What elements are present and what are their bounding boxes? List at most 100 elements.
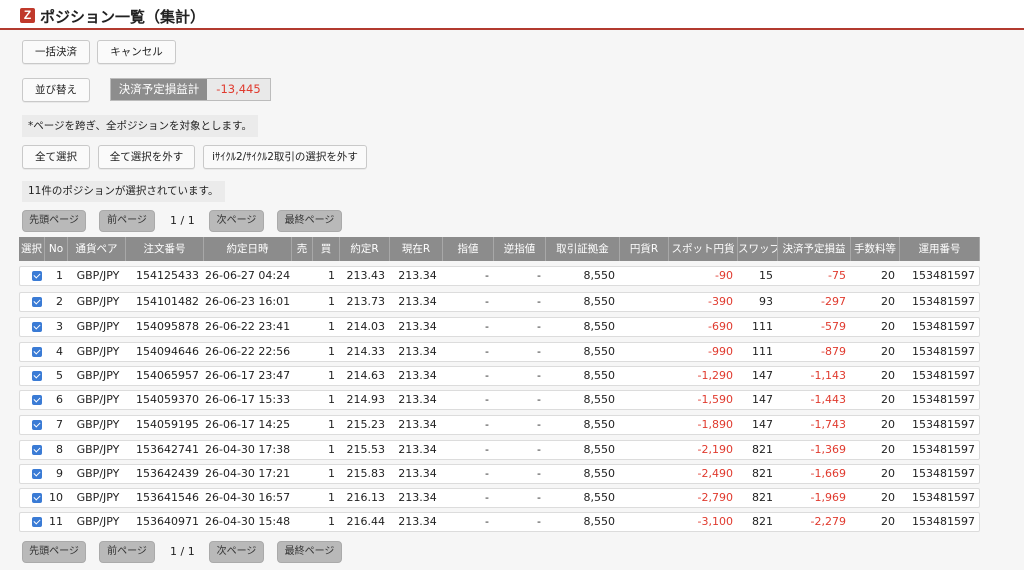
table-row[interactable]: 7 GBP/JPY 154059195 26-06-17 14:25 1 215.23 21…: [19, 415, 980, 435]
cell-sell: [293, 513, 314, 531]
row-select-cell[interactable]: [20, 441, 46, 459]
cell-margin: 8,550: [583, 393, 616, 406]
row-select-cell[interactable]: [20, 293, 46, 311]
row-select-cell[interactable]: [20, 489, 46, 507]
row-select-cell[interactable]: [20, 367, 46, 385]
cell-current-rate: 213.34: [398, 443, 437, 456]
bulk-settle-button[interactable]: 一括決済: [22, 40, 90, 64]
cell-yen-rate: [621, 513, 670, 531]
row-select-cell[interactable]: [20, 416, 46, 434]
row-select-checkbox[interactable]: [32, 371, 42, 381]
table-row[interactable]: 11 GBP/JPY 153640971 26-04-30 15:48 1 216.44 2…: [19, 512, 980, 532]
row-select-checkbox[interactable]: [32, 347, 42, 357]
row-select-cell[interactable]: [20, 343, 46, 361]
table-row[interactable]: 3 GBP/JPY 154095878 26-06-22 23:41 1 214.03 21…: [19, 317, 980, 337]
cell-order-number: 154059195: [136, 418, 199, 431]
cancel-button[interactable]: キャンセル: [97, 40, 176, 64]
column-header-account-number: 運用番号: [900, 237, 980, 261]
cell-order-number: 154065957: [136, 369, 199, 382]
row-select-checkbox[interactable]: [32, 297, 42, 307]
row-select-cell[interactable]: [20, 513, 46, 531]
row-select-cell[interactable]: [20, 465, 46, 483]
column-header-stop: 逆指値: [494, 237, 546, 261]
cell-margin: 8,550: [583, 418, 616, 431]
next-page-button[interactable]: 次ページ: [209, 210, 264, 232]
cell-pair: GBP/JPY: [76, 491, 120, 504]
cell-exec-rate: 215.23: [346, 418, 386, 431]
row-select-cell[interactable]: [20, 318, 46, 336]
cell-stop: -: [537, 269, 541, 282]
row-select-checkbox[interactable]: [32, 445, 42, 455]
cell-margin: 8,550: [583, 515, 616, 528]
cell-limit: -: [485, 320, 489, 333]
table-row[interactable]: 8 GBP/JPY 153642741 26-04-30 17:38 1 215.53 21…: [19, 440, 980, 460]
table-row[interactable]: 1 GBP/JPY 154125433 26-06-27 04:24 1 213.43 21…: [19, 266, 980, 286]
cell-order-number: 154101482: [136, 295, 199, 308]
prev-page-button[interactable]: 前ページ: [99, 210, 155, 232]
cell-exec-rate: 213.73: [346, 295, 386, 308]
cell-sell: [293, 489, 314, 507]
cell-sell: [293, 465, 314, 483]
row-select-checkbox[interactable]: [32, 420, 42, 430]
first-page-button[interactable]: 先頭ページ: [22, 210, 86, 232]
cell-current-rate: 213.34: [398, 269, 437, 282]
table-row[interactable]: 6 GBP/JPY 154059370 26-06-17 15:33 1 214.93 21…: [19, 390, 980, 410]
cell-sell: [293, 367, 314, 385]
cell-pnl: -1,743: [810, 418, 846, 431]
cell-swap: 93: [759, 295, 773, 308]
cell-limit: -: [485, 369, 489, 382]
cell-pnl: -1,143: [810, 369, 846, 382]
cell-sell: [293, 318, 314, 336]
last-page-button-bottom[interactable]: 最終ページ: [277, 541, 342, 563]
cell-no: 3: [56, 320, 63, 333]
cell-buy: 1: [328, 369, 335, 382]
cell-pair: GBP/JPY: [76, 369, 120, 382]
cell-limit: -: [485, 393, 489, 406]
row-select-checkbox[interactable]: [32, 493, 42, 503]
cell-no: 4: [56, 345, 63, 358]
cell-current-rate: 213.34: [398, 467, 437, 480]
table-row[interactable]: 4 GBP/JPY 154094646 26-06-22 22:56 1 214.33 21…: [19, 342, 980, 362]
cell-current-rate: 213.34: [398, 369, 437, 382]
deselect-all-button[interactable]: 全て選択を外す: [98, 145, 195, 169]
cell-yen-rate: [621, 416, 670, 434]
row-select-checkbox[interactable]: [32, 469, 42, 479]
deselect-cycle-button[interactable]: iｻｲｸﾙ2/ｻｲｸﾙ2取引の選択を外す: [203, 145, 367, 169]
column-header-margin: 取引証拠金: [546, 237, 620, 261]
column-header-sell: 売: [292, 237, 313, 261]
select-all-button[interactable]: 全て選択: [22, 145, 90, 169]
row-select-cell[interactable]: [20, 267, 46, 285]
cell-spot: -1,890: [697, 418, 733, 431]
cell-stop: -: [537, 320, 541, 333]
first-page-button-bottom[interactable]: 先頭ページ: [22, 541, 86, 563]
cell-pair: GBP/JPY: [76, 345, 120, 358]
table-row[interactable]: 9 GBP/JPY 153642439 26-04-30 17:21 1 215.83 21…: [19, 464, 980, 484]
sort-button[interactable]: 並び替え: [22, 78, 90, 102]
cell-no: 6: [56, 393, 63, 406]
cell-margin: 8,550: [583, 295, 616, 308]
row-select-cell[interactable]: [20, 391, 46, 409]
prev-page-button-bottom[interactable]: 前ページ: [99, 541, 155, 563]
cell-account-number: 153481597: [912, 393, 975, 406]
table-row[interactable]: 5 GBP/JPY 154065957 26-06-17 23:47 1 214.63 21…: [19, 366, 980, 386]
cell-fee: 20: [881, 295, 895, 308]
last-page-button[interactable]: 最終ページ: [277, 210, 342, 232]
row-select-checkbox[interactable]: [32, 395, 42, 405]
cell-fee: 20: [881, 320, 895, 333]
next-page-button-bottom[interactable]: 次ページ: [209, 541, 264, 563]
cell-exec-datetime: 26-06-17 14:25: [205, 418, 291, 431]
cell-swap: 147: [752, 418, 773, 431]
table-row[interactable]: 2 GBP/JPY 154101482 26-06-23 16:01 1 213.73 21…: [19, 292, 980, 312]
cell-yen-rate: [621, 267, 670, 285]
row-select-checkbox[interactable]: [32, 271, 42, 281]
row-select-checkbox[interactable]: [32, 517, 42, 527]
cell-swap: 821: [752, 515, 773, 528]
cell-pair: GBP/JPY: [76, 393, 120, 406]
cell-account-number: 153481597: [912, 345, 975, 358]
cell-swap: 147: [752, 369, 773, 382]
cell-no: 9: [56, 467, 63, 480]
table-row[interactable]: 10 GBP/JPY 153641546 26-04-30 16:57 1 216.13 2…: [19, 488, 980, 508]
row-select-checkbox[interactable]: [32, 322, 42, 332]
cell-swap: 821: [752, 443, 773, 456]
cell-swap: 111: [752, 345, 773, 358]
